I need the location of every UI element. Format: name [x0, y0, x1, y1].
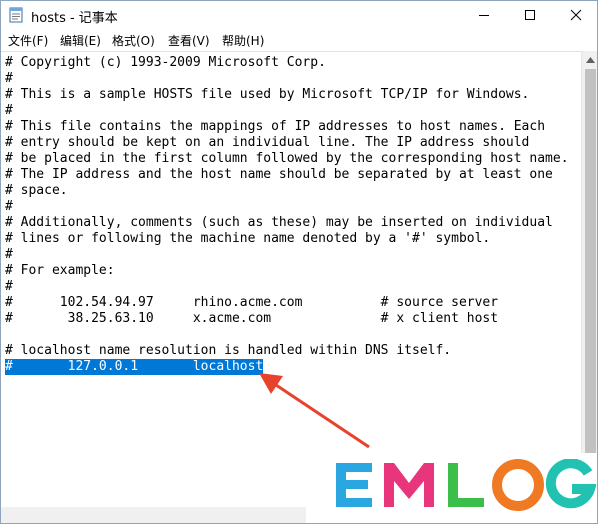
logo-letter-m [384, 463, 434, 507]
notepad-window: hosts - 记事本 文件(F) 编辑(E) 格式(O) 查看(V) 帮助(H… [0, 0, 598, 524]
logo-letter-e [336, 463, 372, 507]
logo-letter-g [545, 459, 596, 509]
emlog-logo [306, 453, 597, 523]
logo-letter-o [492, 459, 544, 511]
annotation-arrow-icon [259, 373, 370, 449]
logo-letter-l [448, 463, 484, 507]
